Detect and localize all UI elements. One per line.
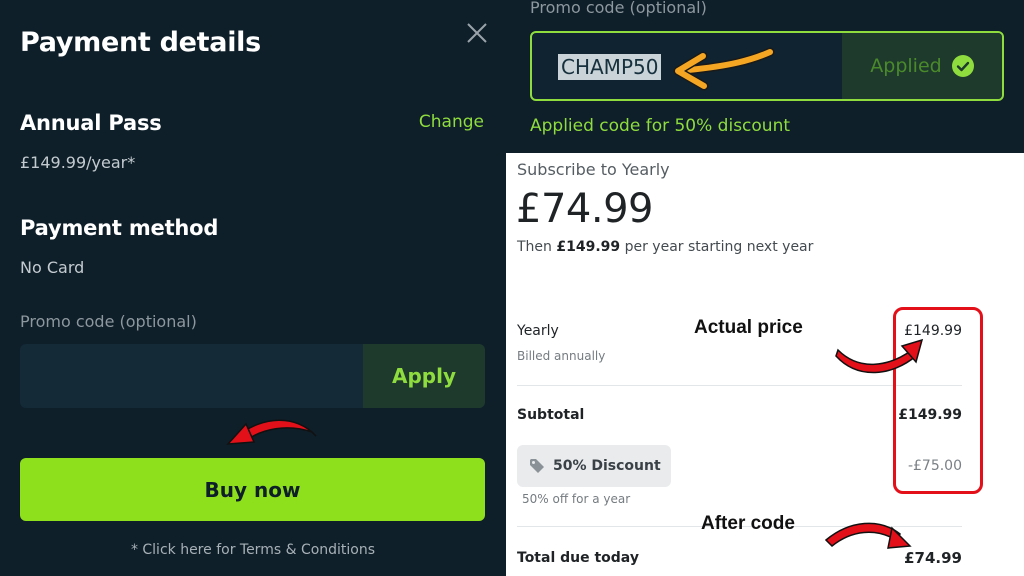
total-amount: £74.99 xyxy=(904,549,962,567)
actual-price-annotation: Actual price xyxy=(694,317,803,338)
page-title: Payment details xyxy=(20,27,261,58)
applied-message: Applied code for 50% discount xyxy=(530,116,791,136)
promo-code-input[interactable] xyxy=(20,344,363,408)
total-label: Total due today xyxy=(517,550,639,566)
subscribe-price: £74.99 xyxy=(516,186,653,232)
yearly-sub: Billed annually xyxy=(517,349,606,363)
payment-method-title: Payment method xyxy=(20,216,219,240)
renewal-note: Then £149.99 per year starting next year xyxy=(517,239,813,255)
promo-code-label: Promo code (optional) xyxy=(20,312,197,331)
promo-code-value[interactable]: CHAMP50 xyxy=(558,54,662,80)
discount-badge: 50% Discount xyxy=(517,445,671,487)
discount-sub: 50% off for a year xyxy=(522,492,631,506)
payment-method-value: No Card xyxy=(20,258,85,277)
applied-promo-panel: Promo code (optional) CHAMP50 Applied Ap… xyxy=(506,0,1024,153)
renewal-amount: £149.99 xyxy=(556,239,621,255)
renewal-suffix: per year starting next year xyxy=(624,239,814,255)
promo-code-label: Promo code (optional) xyxy=(530,0,707,17)
applied-label: Applied xyxy=(870,55,942,77)
renewal-prefix: Then xyxy=(517,239,552,255)
promo-code-field[interactable]: CHAMP50 Applied xyxy=(530,31,1004,101)
buy-now-button[interactable]: Buy now xyxy=(20,458,485,521)
promo-code-row: Apply xyxy=(20,344,485,408)
applied-button[interactable]: Applied xyxy=(842,33,1002,99)
subtotal-label: Subtotal xyxy=(517,407,585,423)
plan-name: Annual Pass xyxy=(20,111,162,135)
subscribe-title: Subscribe to Yearly xyxy=(517,160,670,179)
apply-button[interactable]: Apply xyxy=(363,344,485,408)
change-plan-link[interactable]: Change xyxy=(419,112,484,132)
price-highlight-box xyxy=(893,307,983,494)
check-icon xyxy=(951,55,974,77)
yearly-label: Yearly xyxy=(517,323,559,339)
tag-icon xyxy=(530,459,544,473)
after-code-annotation: After code xyxy=(701,513,795,534)
discount-label: 50% Discount xyxy=(553,458,661,474)
plan-price: £149.99/year* xyxy=(20,153,136,172)
payment-details-panel: Payment details Annual Pass Change £149.… xyxy=(0,0,506,576)
close-icon[interactable] xyxy=(465,21,489,45)
terms-link[interactable]: * Click here for Terms & Conditions xyxy=(0,542,506,558)
